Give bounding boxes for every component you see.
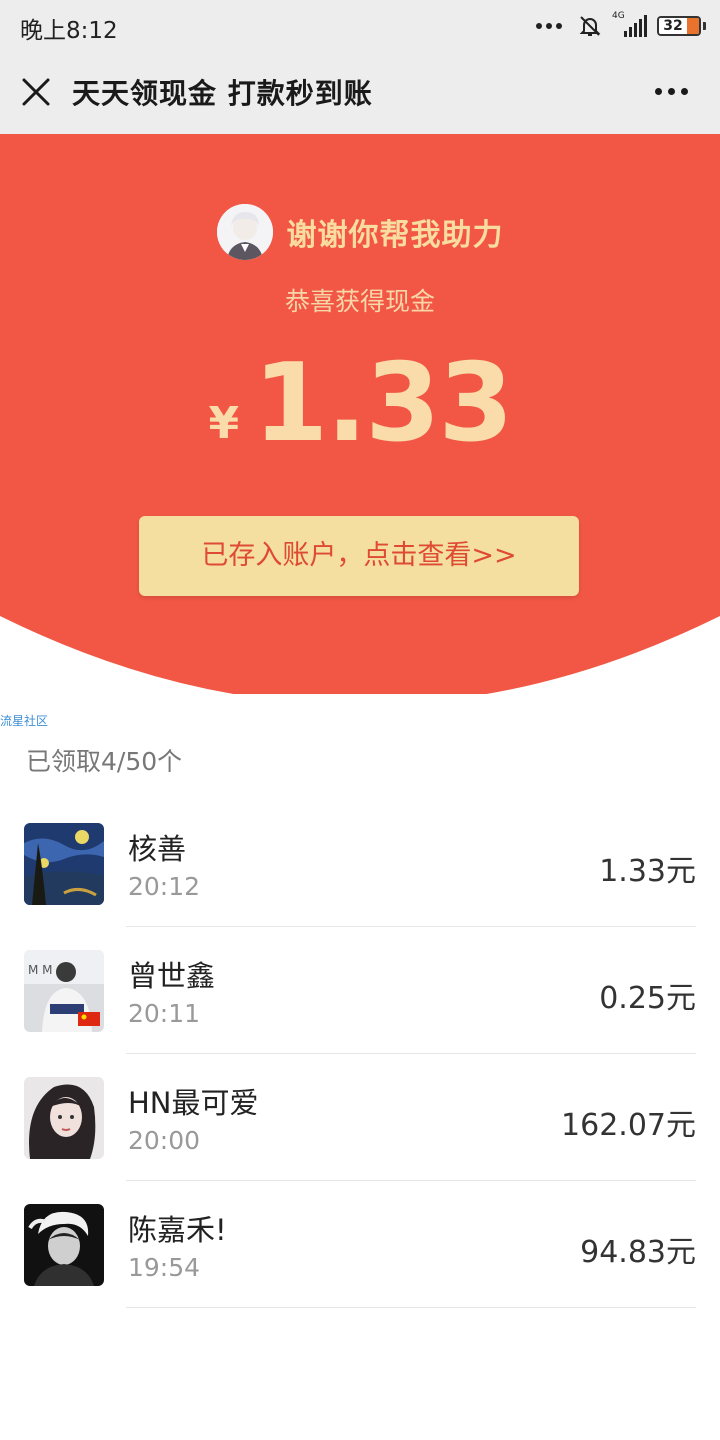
more-notifications-icon (536, 23, 562, 29)
page-title: 天天领现金 打款秒到账 (72, 77, 373, 110)
helper-avatar (216, 204, 273, 260)
view-account-button[interactable]: 已存入账户，点击查看>> (139, 516, 579, 596)
battery-icon: 32 (657, 16, 701, 36)
claim-list: 核善 20:12 1.33元 M M 曾世鑫 20:11 0.25元 HN最可爱… (0, 800, 720, 1308)
watermark: 流星社区 (0, 714, 49, 728)
avatar (24, 1204, 104, 1286)
record-time: 20:12 (128, 872, 201, 901)
currency-symbol: ¥ (208, 397, 240, 449)
reward-header: 谢谢你帮我助力 恭喜获得现金 ¥ 1.33 已存入账户，点击查看>> (0, 134, 720, 694)
record-time: 20:00 (128, 1126, 201, 1155)
claimed-count: 已领取4/50个 (26, 747, 183, 776)
amount-value: 1.33 (253, 341, 513, 466)
nav-bar: 天天领现金 打款秒到账 (0, 52, 720, 134)
helper-row: 谢谢你帮我助力 (0, 204, 720, 260)
avatar (24, 1077, 104, 1159)
status-time: 晚上8:12 (20, 18, 118, 44)
record-name: 陈嘉禾! (128, 1213, 227, 1247)
reward-subtitle: 恭喜获得现金 (284, 287, 435, 316)
record-name: 核善 (128, 832, 187, 866)
helper-text: 谢谢你帮我助力 (286, 218, 504, 253)
mute-bell-icon (578, 14, 602, 38)
avatar: M M (24, 950, 104, 1032)
record-amount: 94.83元 (580, 1235, 696, 1270)
record-amount: 0.25元 (599, 981, 696, 1016)
list-item[interactable]: 核善 20:12 1.33元 (0, 800, 720, 927)
record-name: 曾世鑫 (128, 959, 216, 993)
record-time: 20:11 (128, 999, 201, 1028)
list-item[interactable]: 陈嘉禾! 19:54 94.83元 (0, 1181, 720, 1308)
close-icon[interactable] (18, 74, 54, 110)
divider (126, 1307, 696, 1308)
status-icons: 4G 32 (536, 11, 706, 40)
record-name: HN最可爱 (128, 1086, 259, 1120)
status-bar: 晚上8:12 4G 32 (0, 0, 720, 52)
record-amount: 162.07元 (561, 1108, 696, 1143)
record-time: 19:54 (128, 1253, 201, 1282)
avatar (24, 823, 104, 905)
list-item[interactable]: M M 曾世鑫 20:11 0.25元 (0, 927, 720, 1054)
battery-level: 32 (663, 18, 683, 34)
list-item[interactable]: HN最可爱 20:00 162.07元 (0, 1054, 720, 1181)
signal-icon: 4G (612, 11, 647, 37)
record-amount: 1.33元 (599, 854, 696, 889)
svg-text:M M: M M (28, 963, 53, 977)
more-menu-icon[interactable] (655, 88, 688, 95)
reward-amount: ¥ 1.33 (0, 341, 720, 466)
